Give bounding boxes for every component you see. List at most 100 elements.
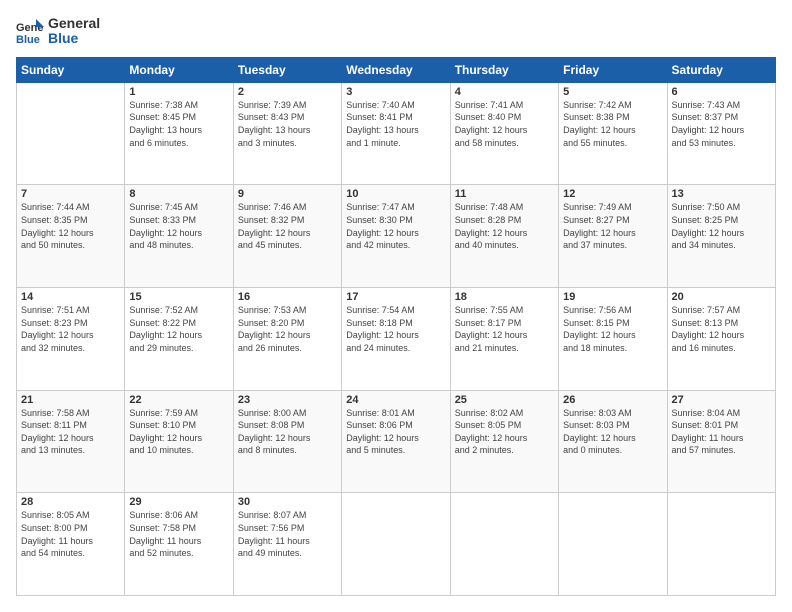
day-info: Sunrise: 7:49 AM Sunset: 8:27 PM Dayligh… [563, 201, 662, 251]
calendar-cell: 3Sunrise: 7:40 AM Sunset: 8:41 PM Daylig… [342, 82, 450, 185]
calendar-header-saturday: Saturday [667, 57, 775, 82]
day-info: Sunrise: 7:47 AM Sunset: 8:30 PM Dayligh… [346, 201, 445, 251]
day-number: 20 [672, 291, 771, 303]
day-number: 8 [129, 188, 228, 200]
day-info: Sunrise: 7:52 AM Sunset: 8:22 PM Dayligh… [129, 304, 228, 354]
calendar-header-wednesday: Wednesday [342, 57, 450, 82]
day-info: Sunrise: 8:07 AM Sunset: 7:56 PM Dayligh… [238, 509, 337, 559]
day-info: Sunrise: 7:58 AM Sunset: 8:11 PM Dayligh… [21, 407, 120, 457]
calendar-cell: 7Sunrise: 7:44 AM Sunset: 8:35 PM Daylig… [17, 185, 125, 288]
logo-general: General [48, 16, 100, 31]
day-info: Sunrise: 7:59 AM Sunset: 8:10 PM Dayligh… [129, 407, 228, 457]
calendar-header-sunday: Sunday [17, 57, 125, 82]
day-info: Sunrise: 7:39 AM Sunset: 8:43 PM Dayligh… [238, 99, 337, 149]
day-info: Sunrise: 7:50 AM Sunset: 8:25 PM Dayligh… [672, 201, 771, 251]
day-number: 18 [455, 291, 554, 303]
calendar-cell: 23Sunrise: 8:00 AM Sunset: 8:08 PM Dayli… [233, 390, 341, 493]
calendar-cell: 13Sunrise: 7:50 AM Sunset: 8:25 PM Dayli… [667, 185, 775, 288]
day-info: Sunrise: 7:46 AM Sunset: 8:32 PM Dayligh… [238, 201, 337, 251]
day-number: 14 [21, 291, 120, 303]
calendar-cell [17, 82, 125, 185]
header: General Blue General Blue [16, 16, 776, 47]
calendar-week-5: 28Sunrise: 8:05 AM Sunset: 8:00 PM Dayli… [17, 493, 776, 596]
calendar-header-friday: Friday [559, 57, 667, 82]
day-number: 30 [238, 496, 337, 508]
day-number: 4 [455, 86, 554, 98]
calendar-cell: 30Sunrise: 8:07 AM Sunset: 7:56 PM Dayli… [233, 493, 341, 596]
day-number: 13 [672, 188, 771, 200]
calendar-cell: 24Sunrise: 8:01 AM Sunset: 8:06 PM Dayli… [342, 390, 450, 493]
calendar-week-3: 14Sunrise: 7:51 AM Sunset: 8:23 PM Dayli… [17, 288, 776, 391]
calendar-header-monday: Monday [125, 57, 233, 82]
calendar-cell: 16Sunrise: 7:53 AM Sunset: 8:20 PM Dayli… [233, 288, 341, 391]
day-info: Sunrise: 8:03 AM Sunset: 8:03 PM Dayligh… [563, 407, 662, 457]
calendar-cell: 17Sunrise: 7:54 AM Sunset: 8:18 PM Dayli… [342, 288, 450, 391]
calendar-cell: 20Sunrise: 7:57 AM Sunset: 8:13 PM Dayli… [667, 288, 775, 391]
day-number: 15 [129, 291, 228, 303]
day-info: Sunrise: 7:48 AM Sunset: 8:28 PM Dayligh… [455, 201, 554, 251]
day-number: 16 [238, 291, 337, 303]
calendar-cell: 27Sunrise: 8:04 AM Sunset: 8:01 PM Dayli… [667, 390, 775, 493]
day-info: Sunrise: 7:43 AM Sunset: 8:37 PM Dayligh… [672, 99, 771, 149]
calendar-cell: 12Sunrise: 7:49 AM Sunset: 8:27 PM Dayli… [559, 185, 667, 288]
day-number: 2 [238, 86, 337, 98]
svg-text:Blue: Blue [16, 34, 40, 45]
day-number: 27 [672, 394, 771, 406]
calendar-body: 1Sunrise: 7:38 AM Sunset: 8:45 PM Daylig… [17, 82, 776, 595]
day-number: 1 [129, 86, 228, 98]
calendar-week-2: 7Sunrise: 7:44 AM Sunset: 8:35 PM Daylig… [17, 185, 776, 288]
day-number: 28 [21, 496, 120, 508]
day-number: 17 [346, 291, 445, 303]
day-number: 10 [346, 188, 445, 200]
day-info: Sunrise: 8:04 AM Sunset: 8:01 PM Dayligh… [672, 407, 771, 457]
calendar-cell [559, 493, 667, 596]
day-number: 19 [563, 291, 662, 303]
calendar-cell: 19Sunrise: 7:56 AM Sunset: 8:15 PM Dayli… [559, 288, 667, 391]
calendar-week-1: 1Sunrise: 7:38 AM Sunset: 8:45 PM Daylig… [17, 82, 776, 185]
day-number: 23 [238, 394, 337, 406]
day-info: Sunrise: 8:00 AM Sunset: 8:08 PM Dayligh… [238, 407, 337, 457]
day-info: Sunrise: 7:53 AM Sunset: 8:20 PM Dayligh… [238, 304, 337, 354]
calendar-cell: 10Sunrise: 7:47 AM Sunset: 8:30 PM Dayli… [342, 185, 450, 288]
day-number: 9 [238, 188, 337, 200]
calendar-cell [450, 493, 558, 596]
calendar-cell [342, 493, 450, 596]
calendar-cell: 26Sunrise: 8:03 AM Sunset: 8:03 PM Dayli… [559, 390, 667, 493]
day-number: 12 [563, 188, 662, 200]
day-number: 3 [346, 86, 445, 98]
calendar-cell: 1Sunrise: 7:38 AM Sunset: 8:45 PM Daylig… [125, 82, 233, 185]
calendar-table: SundayMondayTuesdayWednesdayThursdayFrid… [16, 57, 776, 596]
calendar-header-tuesday: Tuesday [233, 57, 341, 82]
day-number: 26 [563, 394, 662, 406]
logo: General Blue General Blue [16, 16, 100, 47]
calendar-cell: 25Sunrise: 8:02 AM Sunset: 8:05 PM Dayli… [450, 390, 558, 493]
logo-blue: Blue [48, 31, 100, 46]
calendar-cell [667, 493, 775, 596]
logo-icon: General Blue [16, 17, 44, 45]
day-info: Sunrise: 7:56 AM Sunset: 8:15 PM Dayligh… [563, 304, 662, 354]
day-number: 6 [672, 86, 771, 98]
day-number: 22 [129, 394, 228, 406]
day-info: Sunrise: 7:44 AM Sunset: 8:35 PM Dayligh… [21, 201, 120, 251]
calendar-cell: 29Sunrise: 8:06 AM Sunset: 7:58 PM Dayli… [125, 493, 233, 596]
calendar-cell: 18Sunrise: 7:55 AM Sunset: 8:17 PM Dayli… [450, 288, 558, 391]
day-info: Sunrise: 8:06 AM Sunset: 7:58 PM Dayligh… [129, 509, 228, 559]
day-number: 11 [455, 188, 554, 200]
day-number: 25 [455, 394, 554, 406]
calendar-header-row: SundayMondayTuesdayWednesdayThursdayFrid… [17, 57, 776, 82]
calendar-cell: 2Sunrise: 7:39 AM Sunset: 8:43 PM Daylig… [233, 82, 341, 185]
day-info: Sunrise: 7:54 AM Sunset: 8:18 PM Dayligh… [346, 304, 445, 354]
day-number: 29 [129, 496, 228, 508]
day-info: Sunrise: 7:45 AM Sunset: 8:33 PM Dayligh… [129, 201, 228, 251]
calendar-cell: 22Sunrise: 7:59 AM Sunset: 8:10 PM Dayli… [125, 390, 233, 493]
day-info: Sunrise: 7:42 AM Sunset: 8:38 PM Dayligh… [563, 99, 662, 149]
calendar-cell: 21Sunrise: 7:58 AM Sunset: 8:11 PM Dayli… [17, 390, 125, 493]
page: General Blue General Blue SundayMondayTu… [0, 0, 792, 612]
day-number: 5 [563, 86, 662, 98]
calendar-cell: 15Sunrise: 7:52 AM Sunset: 8:22 PM Dayli… [125, 288, 233, 391]
day-number: 21 [21, 394, 120, 406]
calendar-header-thursday: Thursday [450, 57, 558, 82]
calendar-cell: 8Sunrise: 7:45 AM Sunset: 8:33 PM Daylig… [125, 185, 233, 288]
day-info: Sunrise: 8:01 AM Sunset: 8:06 PM Dayligh… [346, 407, 445, 457]
day-info: Sunrise: 7:38 AM Sunset: 8:45 PM Dayligh… [129, 99, 228, 149]
